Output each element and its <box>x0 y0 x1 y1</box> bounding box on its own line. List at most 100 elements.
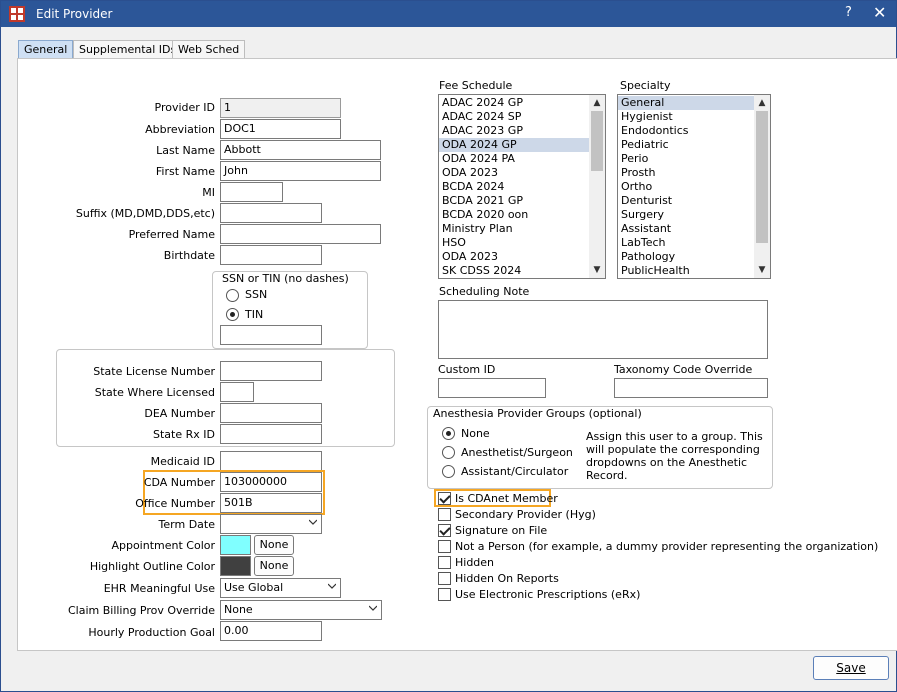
fee-schedule-item[interactable]: HSO <box>439 236 605 250</box>
fee-schedule-list[interactable]: ADAC 2024 GP ADAC 2024 SP ADAC 2023 GP ODA … <box>438 94 606 279</box>
medicaid-id-field[interactable] <box>220 451 322 471</box>
fee-schedule-item[interactable]: BCDA 2020 oon <box>439 208 605 222</box>
checkbox-4[interactable] <box>438 556 451 569</box>
specialty-item[interactable]: Surgery <box>618 208 770 222</box>
checkbox-label: Hidden <box>455 556 495 569</box>
specialty-item[interactable]: Hygienist <box>618 110 770 124</box>
specialty-scrollbar[interactable]: ▲ ▼ <box>754 95 770 278</box>
ssn-radio[interactable] <box>226 289 239 302</box>
term-date-picker[interactable] <box>220 514 322 534</box>
ssn-tin-field[interactable] <box>220 325 322 345</box>
specialty-item[interactable]: Assistant <box>618 222 770 236</box>
last-name-field[interactable]: Abbott <box>220 140 381 160</box>
tab-label: Supplemental IDs <box>79 43 177 56</box>
scroll-down-icon[interactable]: ▼ <box>589 263 605 277</box>
scheduling-note-field[interactable] <box>438 300 768 359</box>
custom-id-field[interactable] <box>438 378 546 398</box>
claim-billing-label: Claim Billing Prov Override <box>67 604 215 617</box>
fee-schedule-item[interactable]: ADAC 2023 GP <box>439 124 605 138</box>
scroll-up-icon[interactable]: ▲ <box>589 96 605 110</box>
cda-number-field[interactable]: 103000000 <box>220 472 322 492</box>
dea-number-label: DEA Number <box>144 407 215 420</box>
checkbox-6[interactable] <box>438 588 451 601</box>
state-rx-id-label: State Rx ID <box>153 428 215 441</box>
fee-schedule-item[interactable]: Ministry Plan <box>439 222 605 236</box>
scroll-up-icon[interactable]: ▲ <box>754 96 770 110</box>
provider-id-label: Provider ID <box>154 101 216 114</box>
checkbox-5[interactable] <box>438 572 451 585</box>
specialty-item[interactable]: Ortho <box>618 180 770 194</box>
taxonomy-field[interactable] <box>614 378 768 398</box>
checkbox-0[interactable] <box>438 492 451 505</box>
specialty-item[interactable]: General <box>618 96 770 110</box>
title-bar[interactable]: Edit Provider ? ✕ <box>1 1 896 27</box>
fee-schedule-item[interactable]: SK CDSS 2024 <box>439 264 605 278</box>
checkbox-label: Signature on File <box>455 524 548 537</box>
ehr-use-dropdown[interactable]: Use Global <box>220 578 341 598</box>
scroll-thumb[interactable] <box>756 111 768 243</box>
chevron-down-icon <box>369 605 377 611</box>
mi-field[interactable] <box>220 182 283 202</box>
anesthesia-none-label: None <box>461 427 490 440</box>
save-button[interactable]: Save <box>813 656 889 680</box>
state-license-label: State License Number <box>93 365 215 378</box>
highlight-color-swatch[interactable] <box>220 556 251 576</box>
dea-number-field[interactable] <box>220 403 322 423</box>
anesthetist-surgeon-radio[interactable] <box>442 446 455 459</box>
checkbox-label: Hidden On Reports <box>455 572 559 585</box>
fee-schedule-label: Fee Schedule <box>439 79 513 92</box>
tab-supplemental-ids[interactable]: Supplemental IDs <box>73 40 183 59</box>
specialty-list[interactable]: General Hygienist Endodontics Pediatric Peri… <box>617 94 771 279</box>
close-button[interactable]: ✕ <box>873 3 886 22</box>
claim-billing-dropdown[interactable]: None <box>220 600 382 620</box>
office-number-field[interactable]: 501B <box>220 493 322 513</box>
fee-schedule-item[interactable]: ODA 2024 GP <box>439 138 605 152</box>
highlight-color-none-button[interactable]: None <box>254 556 294 576</box>
anesthesia-none-radio[interactable] <box>442 427 455 440</box>
abbreviation-field[interactable]: DOC1 <box>220 119 341 139</box>
specialty-item[interactable]: Pediatric <box>618 138 770 152</box>
state-license-field[interactable] <box>220 361 322 381</box>
specialty-item[interactable]: Denturist <box>618 194 770 208</box>
specialty-item[interactable]: Endodontics <box>618 124 770 138</box>
specialty-item[interactable]: LabTech <box>618 236 770 250</box>
fee-schedule-item[interactable]: ADAC 2024 SP <box>439 110 605 124</box>
fee-schedule-item[interactable]: ADAC 2024 GP <box>439 96 605 110</box>
checkbox-3[interactable] <box>438 540 451 553</box>
fee-schedule-item[interactable]: ODA 2024 PA <box>439 152 605 166</box>
first-name-field[interactable]: John <box>220 161 381 181</box>
checkbox-1[interactable] <box>438 508 451 521</box>
hourly-goal-field[interactable]: 0.00 <box>220 621 322 641</box>
state-where-licensed-field[interactable] <box>220 382 254 402</box>
specialty-item[interactable]: Perio <box>618 152 770 166</box>
claim-billing-value: None <box>224 603 253 616</box>
tab-general[interactable]: General <box>18 40 74 60</box>
help-button[interactable]: ? <box>845 5 852 20</box>
state-rx-id-field[interactable] <box>220 424 322 444</box>
fee-schedule-item[interactable]: ODA 2023 <box>439 166 605 180</box>
suffix-field[interactable] <box>220 203 322 223</box>
chevron-down-icon <box>309 519 317 525</box>
assistant-circulator-radio[interactable] <box>442 465 455 478</box>
appointment-color-none-button[interactable]: None <box>254 535 294 555</box>
fee-schedule-item[interactable]: ODA 2023 <box>439 250 605 264</box>
tin-radio[interactable] <box>226 308 239 321</box>
scroll-thumb[interactable] <box>591 111 603 171</box>
fee-schedule-scrollbar[interactable]: ▲ ▼ <box>589 95 605 278</box>
fee-schedule-item[interactable]: BCDA 2024 <box>439 180 605 194</box>
specialty-item[interactable]: Pathology <box>618 250 770 264</box>
checkbox-label: Is CDAnet Member <box>455 492 558 505</box>
checkbox-2[interactable] <box>438 524 451 537</box>
specialty-item[interactable]: PublicHealth <box>618 264 770 278</box>
fee-schedule-item[interactable]: BCDA 2021 GP <box>439 194 605 208</box>
tab-web-sched[interactable]: Web Sched <box>172 40 246 59</box>
preferred-name-field[interactable] <box>220 224 381 244</box>
hourly-goal-label: Hourly Production Goal <box>88 626 215 639</box>
birthdate-field[interactable] <box>220 245 322 265</box>
appointment-color-swatch[interactable] <box>220 535 251 555</box>
specialty-item[interactable]: Prosth <box>618 166 770 180</box>
provider-id-field: 1 <box>220 98 341 118</box>
ehr-use-value: Use Global <box>224 581 284 594</box>
scroll-down-icon[interactable]: ▼ <box>754 263 770 277</box>
scheduling-note-label: Scheduling Note <box>439 285 530 298</box>
